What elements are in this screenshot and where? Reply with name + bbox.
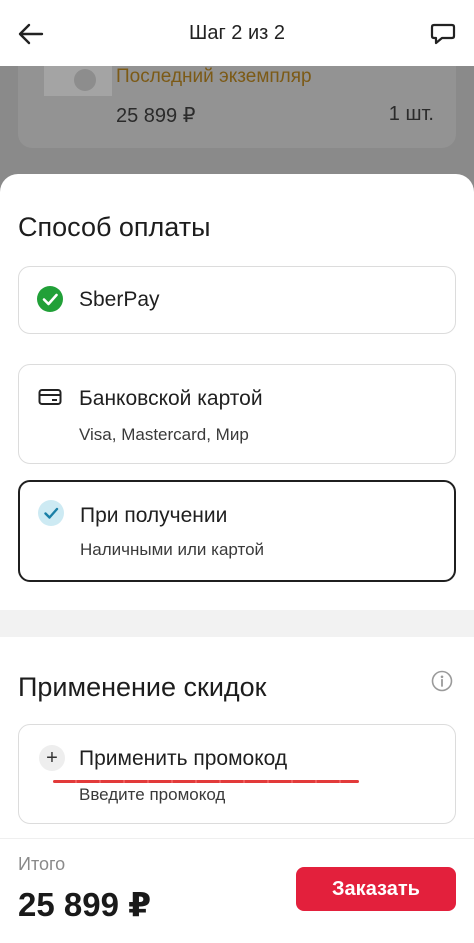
- payment-section-title: Способ оплаты: [18, 212, 211, 242]
- chat-bubble-icon: [430, 23, 456, 45]
- chat-button[interactable]: [426, 17, 460, 51]
- info-icon[interactable]: [430, 669, 454, 693]
- total-value: 25 899 ₽: [18, 886, 152, 923]
- checkout-footer: Итого 25 899 ₽ Заказать: [0, 838, 474, 943]
- payment-option-title: При получении: [80, 504, 228, 527]
- product-image: [44, 66, 112, 96]
- payment-option-sberpay[interactable]: SberPay: [18, 266, 456, 334]
- order-button[interactable]: Заказать: [296, 867, 456, 911]
- promo-title: Применить промокод: [79, 747, 288, 770]
- payment-option-subtitle: Наличными или картой: [80, 540, 265, 559]
- payment-option-title: SberPay: [79, 288, 160, 311]
- section-divider: [0, 610, 474, 637]
- top-bar: Шаг 2 из 2: [0, 0, 474, 66]
- promo-code-field[interactable]: + Применить промокод Введите промокод: [18, 724, 456, 824]
- payment-option-title: Банковской картой: [79, 387, 263, 410]
- promo-highlight-underline: [53, 780, 359, 783]
- product-price: 25 899 ₽: [116, 105, 196, 127]
- promo-placeholder: Введите промокод: [79, 785, 226, 804]
- discounts-section-title: Применение скидок: [18, 672, 267, 702]
- product-stock-note: Последний экземпляр: [116, 66, 312, 87]
- plus-icon: +: [39, 745, 65, 771]
- check-circle-icon: [37, 499, 65, 527]
- total-label: Итого: [18, 854, 66, 874]
- credit-card-icon: [36, 383, 64, 411]
- back-button[interactable]: [14, 17, 48, 51]
- arrow-left-icon: [18, 23, 44, 45]
- sberpay-check-icon: [36, 285, 64, 313]
- payment-option-subtitle: Visa, Mastercard, Мир: [79, 425, 249, 444]
- payment-option-on-delivery[interactable]: При получении Наличными или картой: [18, 480, 456, 582]
- payment-sheet: Способ оплаты SberPay Банковской картой …: [0, 174, 474, 943]
- product-quantity: 1 шт.: [388, 103, 434, 125]
- payment-option-card[interactable]: Банковской картой Visa, Mastercard, Мир: [18, 364, 456, 464]
- page-title: Шаг 2 из 2: [188, 21, 285, 44]
- product-card: Последний экземпляр 25 899 ₽ 1 шт.: [18, 66, 456, 148]
